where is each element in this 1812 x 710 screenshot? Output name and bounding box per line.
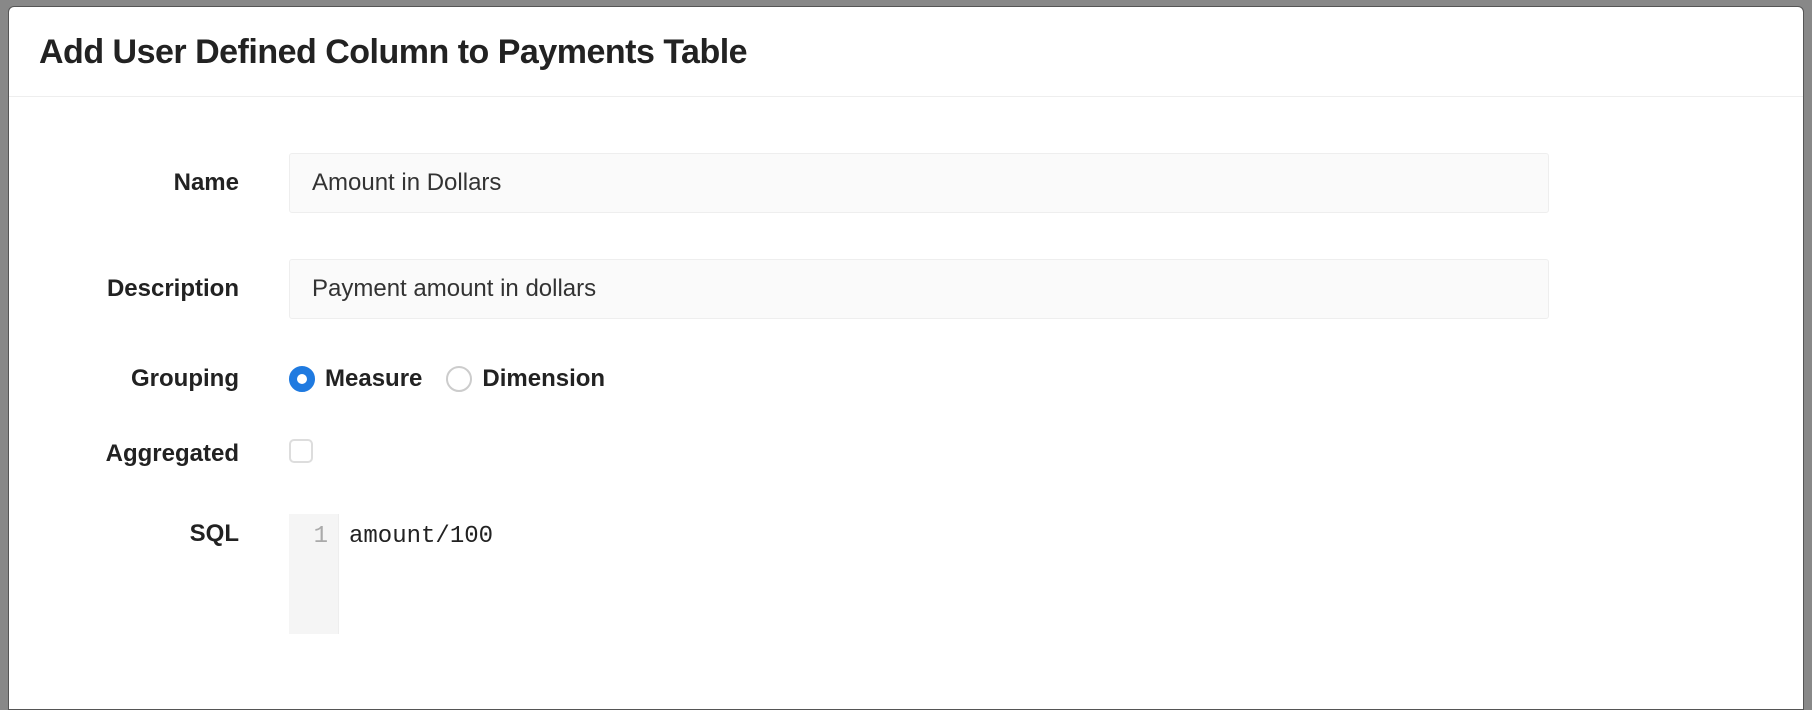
grouping-radio-group: Measure Dimension	[289, 365, 1549, 393]
modal-body: Name Description Grouping Measure	[9, 97, 1803, 634]
name-input[interactable]	[289, 153, 1549, 213]
label-sql: SQL	[49, 514, 289, 548]
radio-dimension-label: Dimension	[482, 365, 605, 393]
radio-dot-icon	[289, 366, 315, 392]
row-description: Description	[49, 259, 1763, 319]
description-input[interactable]	[289, 259, 1549, 319]
radio-dot-icon	[446, 366, 472, 392]
radio-dimension[interactable]: Dimension	[446, 365, 605, 393]
modal-title: Add User Defined Column to Payments Tabl…	[39, 33, 1773, 72]
row-sql: SQL 1 amount/100	[49, 514, 1763, 634]
sql-code-content[interactable]: amount/100	[339, 514, 1549, 634]
row-name: Name	[49, 153, 1763, 213]
label-aggregated: Aggregated	[49, 440, 289, 468]
add-column-modal: Add User Defined Column to Payments Tabl…	[8, 6, 1804, 710]
sql-editor[interactable]: 1 amount/100	[289, 514, 1549, 634]
aggregated-checkbox[interactable]	[289, 439, 313, 463]
row-aggregated: Aggregated	[49, 439, 1763, 468]
radio-measure-label: Measure	[325, 365, 422, 393]
row-grouping: Grouping Measure Dimension	[49, 365, 1763, 393]
modal-header: Add User Defined Column to Payments Tabl…	[9, 7, 1803, 97]
radio-measure[interactable]: Measure	[289, 365, 422, 393]
label-description: Description	[49, 275, 289, 303]
label-grouping: Grouping	[49, 365, 289, 393]
sql-line-gutter: 1	[289, 514, 339, 634]
label-name: Name	[49, 169, 289, 197]
